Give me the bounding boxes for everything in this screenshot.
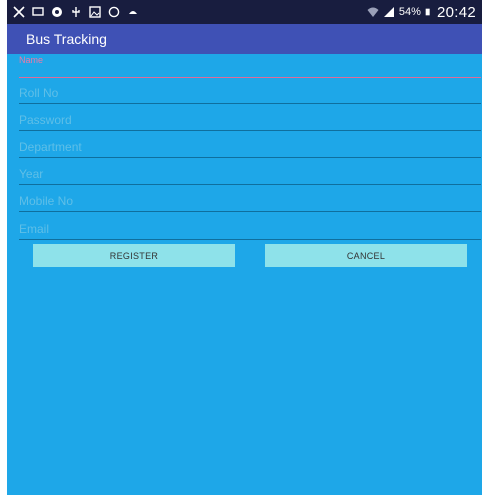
- whatsapp-icon: [108, 6, 120, 18]
- name-field[interactable]: Name: [19, 52, 481, 78]
- cancel-button[interactable]: CANCEL: [265, 244, 467, 267]
- email-field[interactable]: Email: [19, 214, 481, 240]
- email-placeholder: Email: [19, 222, 50, 236]
- roll-no-placeholder: Roll No: [19, 86, 59, 100]
- mobile-no-placeholder: Mobile No: [19, 194, 74, 208]
- android-icon: [129, 11, 137, 14]
- app-bar: Bus Tracking: [7, 24, 482, 54]
- department-underline: [19, 157, 481, 158]
- year-placeholder: Year: [19, 167, 44, 181]
- screen: 54% 20:42 Bus Tracking Name Roll No Pass…: [7, 0, 482, 495]
- year-underline: [19, 184, 481, 185]
- app-title: Bus Tracking: [26, 31, 107, 47]
- mobile-no-underline: [19, 211, 481, 212]
- battery-percent: 54%: [398, 6, 421, 18]
- system-status: 54% 20:42: [367, 2, 476, 22]
- cast-icon: [32, 7, 44, 16]
- mobile-no-field[interactable]: Mobile No: [19, 186, 481, 212]
- email-underline: [19, 239, 481, 240]
- year-field[interactable]: Year: [19, 159, 481, 185]
- notification-icons: [13, 4, 139, 20]
- password-underline: [19, 130, 481, 131]
- password-placeholder: Password: [19, 113, 72, 127]
- department-field[interactable]: Department: [19, 132, 481, 158]
- signal-icon: [383, 7, 394, 17]
- chrome-icon: [52, 7, 62, 17]
- roll-no-underline: [19, 103, 481, 104]
- usb-icon: [72, 7, 80, 17]
- battery-icon: [425, 8, 430, 16]
- image-icon: [89, 6, 101, 18]
- tools-icon: [13, 6, 25, 18]
- roll-no-field[interactable]: Roll No: [19, 78, 481, 104]
- wifi-icon: [367, 7, 379, 17]
- name-placeholder: Name: [19, 55, 44, 65]
- clock: 20:42: [436, 3, 476, 21]
- password-field[interactable]: Password: [19, 105, 481, 131]
- department-placeholder: Department: [19, 140, 82, 154]
- register-button[interactable]: REGISTER: [33, 244, 235, 267]
- status-bar: 54% 20:42: [7, 0, 482, 24]
